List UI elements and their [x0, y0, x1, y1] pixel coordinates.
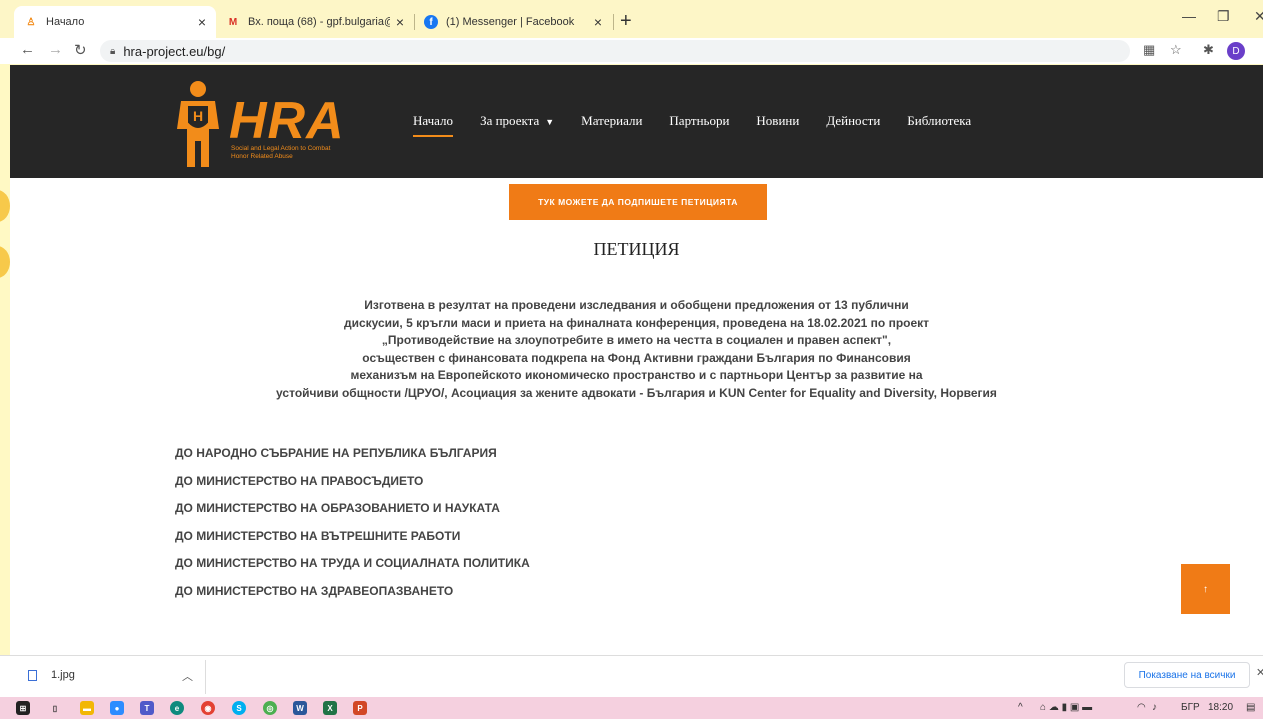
- svg-text:H: H: [193, 108, 203, 124]
- hra-favicon-icon: ♙: [26, 16, 36, 28]
- chrome-icon[interactable]: ◉: [201, 701, 215, 715]
- nav-item-news[interactable]: Новини: [756, 113, 799, 129]
- close-window-icon[interactable]: ✕: [1254, 8, 1263, 25]
- addressee-item: ДО МИНИСТЕРСТВО НА ЗДРАВЕОПАЗВАНЕТО: [175, 583, 454, 598]
- facebook-icon: f: [424, 15, 438, 29]
- nav-item-materials[interactable]: Материали: [581, 113, 642, 129]
- sign-petition-button[interactable]: ТУК МОЖЕТЕ ДА ПОДПИШЕТЕ ПЕТИЦИЯТА: [509, 184, 767, 220]
- close-tab-icon[interactable]: ×: [396, 14, 404, 30]
- intro-line: Изготвена в резултат на проведени изслед…: [364, 298, 909, 312]
- caret-down-icon: ▼: [545, 117, 555, 127]
- tray-app-icons[interactable]: ⌂ ☁ ▮ ▣ ▬: [1040, 702, 1092, 713]
- wifi-icon[interactable]: ◠: [1137, 702, 1146, 713]
- nav-item-label: За проекта: [480, 113, 540, 128]
- image-file-icon: [28, 669, 37, 681]
- addressee-item: ДО МИНИСТЕРСТВО НА ТРУДА И СОЦИАЛНАТА ПО…: [175, 556, 530, 571]
- edge-decoration: [0, 246, 10, 278]
- tab-title: Начало: [46, 16, 85, 28]
- tab-title: (1) Messenger | Facebook: [446, 16, 575, 28]
- url-text: hra-project.eu/bg/: [123, 43, 226, 59]
- intro-line: дискусии, 5 кръгли маси и приета на фина…: [343, 315, 930, 330]
- browser-toolbar: ← → ↻ 🔒︎ hra-project.eu/bg/ ▦ ☆ ✱ D: [0, 38, 1263, 64]
- site-header: H HRA Social and Legal Action to Combat …: [10, 65, 1263, 178]
- addressee-item: ДО МИНИСТЕРСТВО НА ВЪТРЕШНИТЕ РАБОТИ: [175, 528, 461, 543]
- nav-item-library[interactable]: Библиотека: [907, 113, 971, 129]
- intro-line: осъществен с финансовата подкрепа на Фон…: [362, 350, 911, 365]
- close-icon[interactable]: ✕: [1256, 666, 1263, 679]
- minimize-icon[interactable]: —: [1182, 8, 1196, 24]
- tray-chevron-icon[interactable]: ^: [1018, 702, 1023, 713]
- addressee-list: ДО НАРОДНО СЪБРАНИЕ НА РЕПУБЛИКА БЪЛГАРИ…: [175, 446, 530, 612]
- reload-icon[interactable]: ↻: [74, 41, 87, 59]
- new-tab-button[interactable]: +: [620, 10, 632, 33]
- addressee-item: ДО МИНИСТЕРСТВО НА ОБРАЗОВАНИЕТО И НАУКА…: [175, 501, 500, 516]
- logo-tagline-line: Social and Legal Action to Combat: [231, 145, 331, 152]
- hra-figure-icon: H: [177, 81, 219, 167]
- file-explorer-icon[interactable]: ▬: [80, 701, 94, 715]
- divider: [205, 660, 206, 694]
- intro-line: „Противодействие на злоупотребите в имет…: [381, 333, 892, 347]
- task-view-icon[interactable]: ▯: [48, 701, 62, 715]
- addressee-item: ДО НАРОДНО СЪБРАНИЕ НА РЕПУБЛИКА БЪЛГАРИ…: [175, 446, 497, 460]
- tab-title: Вх. поща (68) - gpf.bulgaria@gm: [248, 16, 390, 28]
- nav-item-about[interactable]: За проекта ▼: [480, 113, 554, 129]
- clock[interactable]: 18:20: [1208, 702, 1233, 713]
- tab-separator: [613, 14, 614, 30]
- forward-icon[interactable]: →: [48, 41, 63, 58]
- nav-item-partners[interactable]: Партньори: [669, 113, 729, 129]
- main-nav: Начало За проекта ▼ Материали Партньори Н…: [413, 113, 971, 137]
- show-all-button[interactable]: Показване на всички: [1124, 662, 1250, 688]
- excel-icon[interactable]: X: [323, 701, 337, 715]
- lock-icon: 🔒︎: [110, 45, 116, 57]
- logo-text: HRA: [229, 92, 345, 150]
- teams-icon[interactable]: T: [140, 701, 154, 715]
- tab-gmail[interactable]: M Вх. поща (68) - gpf.bulgaria@gm ×: [216, 6, 414, 38]
- logo-tagline-line: Honor Related Abuse: [231, 153, 293, 160]
- notifications-icon[interactable]: ▤: [1246, 702, 1255, 713]
- tab-strip: ♙ Начало × M Вх. поща (68) - gpf.bulgari…: [0, 0, 1263, 38]
- windows-start-icon[interactable]: ⊞: [16, 701, 30, 715]
- tab-home[interactable]: ♙ Начало ×: [14, 6, 216, 38]
- scroll-to-top-button[interactable]: ↑: [1181, 564, 1230, 614]
- windows-taskbar: ⊞ ▯ ▬ ● T e ◉ S ◎ W X P ^ ⌂ ☁ ▮ ▣ ▬ ◠ ♪ …: [0, 697, 1263, 719]
- gmail-icon: M: [228, 16, 238, 28]
- zoom-icon[interactable]: ●: [110, 701, 124, 715]
- restore-icon[interactable]: ❐: [1217, 8, 1230, 25]
- close-tab-icon[interactable]: ×: [594, 14, 602, 30]
- download-filename: 1.jpg: [51, 669, 75, 681]
- chevron-up-icon[interactable]: ︿: [182, 668, 193, 684]
- powerpoint-icon[interactable]: P: [353, 701, 367, 715]
- nav-item-home[interactable]: Начало: [413, 113, 454, 137]
- skype-icon[interactable]: S: [232, 701, 246, 715]
- language-indicator[interactable]: БГР: [1181, 702, 1200, 713]
- arrow-up-icon: ↑: [1203, 583, 1208, 595]
- page-title: ПЕТИЦИЯ: [593, 239, 680, 259]
- edge-decoration: [0, 190, 10, 222]
- downloads-bar: 1.jpg ︿ Показване на всички ✕: [0, 655, 1263, 697]
- app-icon[interactable]: ◎: [263, 701, 277, 715]
- logo-tagline: Social and Legal Action to Combat Honor …: [231, 145, 330, 161]
- intro-line: устойчиви общности /ЦРУО/, Асоциация за …: [276, 385, 997, 400]
- intro-line: механизъм на Европейското икономическо п…: [350, 368, 923, 382]
- addressee-item: ДО МИНИСТЕРСТВО НА ПРАВОСЪДИЕТО: [175, 473, 424, 488]
- back-icon[interactable]: ←: [20, 41, 35, 58]
- profile-avatar[interactable]: D: [1227, 42, 1245, 60]
- close-tab-icon[interactable]: ×: [198, 14, 206, 30]
- bookmark-star-icon[interactable]: ☆: [1170, 42, 1182, 58]
- edge-icon[interactable]: e: [170, 701, 184, 715]
- nav-item-activities[interactable]: Дейности: [826, 113, 880, 129]
- tab-messenger[interactable]: f (1) Messenger | Facebook ×: [414, 6, 612, 38]
- web-page: H HRA Social and Legal Action to Combat …: [10, 65, 1263, 655]
- site-logo[interactable]: H HRA Social and Legal Action to Combat …: [173, 77, 348, 169]
- qr-code-icon[interactable]: ▦: [1143, 42, 1155, 58]
- volume-icon[interactable]: ♪: [1152, 702, 1157, 713]
- word-icon[interactable]: W: [293, 701, 307, 715]
- extensions-icon[interactable]: ✱: [1203, 42, 1214, 58]
- petition-intro: Изготвена в резултат на проведени изслед…: [10, 297, 1263, 402]
- download-item[interactable]: 1.jpg: [28, 669, 75, 681]
- address-bar[interactable]: 🔒︎ hra-project.eu/bg/: [100, 40, 1130, 62]
